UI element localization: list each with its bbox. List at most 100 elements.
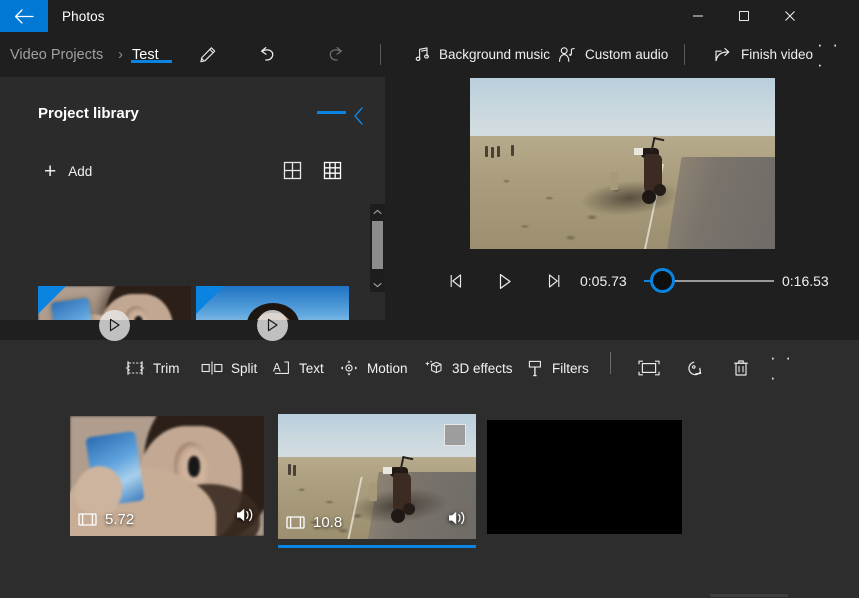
svg-text:A: A: [273, 362, 281, 374]
motion-button[interactable]: Motion: [334, 340, 413, 396]
library-scrollbar[interactable]: [370, 204, 385, 292]
preview-motorcycle: [633, 136, 668, 204]
storyboard-clip-2-audio-icon[interactable]: [447, 509, 468, 532]
trash-icon: [734, 360, 748, 376]
app-title: Photos: [62, 8, 105, 24]
play-icon: [267, 318, 278, 332]
play-button[interactable]: [490, 262, 520, 300]
storyboard-clip-2[interactable]: 10.8: [278, 414, 476, 548]
person-audio-icon: [559, 47, 575, 62]
total-time: 0:16.53: [782, 273, 829, 289]
motion-icon: [340, 360, 358, 376]
close-icon: [785, 11, 795, 21]
storyboard-clip-3-thumbnail: [487, 420, 682, 534]
3d-effects-label: 3D effects: [452, 360, 513, 376]
video-preview[interactable]: [470, 78, 775, 249]
photos-video-editor-window: Photos Video Projects › Test Background …: [0, 0, 859, 598]
maximize-button[interactable]: [721, 0, 767, 32]
timeline-horizontal-scrollbar[interactable]: [0, 591, 859, 598]
plus-icon: +: [44, 159, 57, 183]
next-frame-button[interactable]: [538, 262, 568, 300]
player-controls: 0:05.73 0:16.53: [450, 262, 829, 300]
motion-label: Motion: [367, 360, 408, 376]
undo-icon: [260, 46, 274, 61]
breadcrumb-active-indicator: [131, 60, 172, 63]
speaker-on-icon: [237, 508, 253, 522]
rotate-button[interactable]: [676, 340, 714, 396]
storyboard-clip-2-select-checkbox[interactable]: [444, 424, 466, 446]
breadcrumb-current-project[interactable]: Test: [132, 32, 159, 77]
previous-frame-icon: [450, 274, 462, 288]
storyboard-timeline: 5.72 10.8: [0, 396, 859, 598]
collapse-library-button[interactable]: [345, 102, 373, 130]
view-mode-active-indicator: [317, 111, 346, 114]
seek-slider-remaining: [666, 280, 774, 282]
minimize-button[interactable]: [675, 0, 721, 32]
aspect-ratio-icon: [638, 360, 660, 376]
back-arrow-icon: [14, 8, 34, 24]
filters-icon: [528, 360, 541, 376]
redo-icon: [329, 46, 343, 61]
edit-toolbar-more-button[interactable]: · · ·: [770, 340, 806, 396]
breadcrumb-video-projects[interactable]: Video Projects: [10, 32, 103, 77]
custom-audio-label: Custom audio: [585, 47, 669, 62]
back-button[interactable]: [0, 0, 48, 32]
grid-3x3-icon: [323, 161, 341, 179]
chevron-down-icon[interactable]: [370, 277, 385, 292]
command-divider-2: [684, 44, 685, 65]
storyboard-clip-1-duration-text: 5.72: [105, 511, 135, 528]
library-clip-1-play-button[interactable]: [99, 309, 130, 341]
command-more-button[interactable]: · · ·: [817, 32, 851, 77]
command-divider-1: [380, 44, 381, 65]
3d-effects-button[interactable]: 3D effects: [418, 340, 518, 396]
trim-button[interactable]: Trim: [120, 340, 185, 396]
maximize-icon: [739, 11, 749, 21]
share-export-icon: [715, 47, 730, 62]
music-note-icon: [415, 47, 429, 61]
text-label: Text: [299, 360, 324, 376]
close-button[interactable]: [767, 0, 813, 32]
view-mode-large-grid[interactable]: [276, 155, 308, 185]
in-project-corner-marker: [38, 286, 66, 314]
current-time: 0:05.73: [580, 273, 627, 289]
film-strip-icon: [286, 516, 305, 529]
storyboard-clip-2-selected-indicator: [278, 545, 476, 548]
undo-button[interactable]: [247, 32, 287, 77]
finish-video-label: Finish video: [741, 47, 814, 62]
library-scrollbar-thumb[interactable]: [372, 221, 383, 269]
rotate-icon: [688, 361, 702, 376]
previous-frame-button[interactable]: [442, 262, 472, 300]
storyboard-clip-2-duration: 10.8: [286, 514, 342, 531]
aspect-ratio-button[interactable]: [630, 340, 668, 396]
custom-audio-button[interactable]: Custom audio: [552, 32, 674, 77]
split-button[interactable]: Split: [196, 340, 262, 396]
add-media-button[interactable]: + Add: [44, 157, 92, 185]
storyboard-clip-1[interactable]: 5.72: [70, 416, 264, 536]
pencil-icon: [200, 46, 216, 62]
preview-post: [610, 172, 619, 191]
text-button[interactable]: A Text: [266, 340, 329, 396]
library-clip-2-play-button[interactable]: [257, 309, 288, 341]
storyboard-clip-3[interactable]: [487, 420, 682, 534]
minimize-icon: [693, 15, 703, 17]
next-frame-icon: [548, 274, 560, 288]
add-media-label: Add: [68, 163, 93, 179]
play-icon: [499, 273, 511, 289]
rename-project-button[interactable]: [188, 32, 228, 77]
storyboard-clip-2-duration-text: 10.8: [313, 514, 343, 531]
timeline-scrollbar-thumb[interactable]: [710, 594, 788, 597]
filters-button[interactable]: Filters: [522, 340, 594, 396]
trim-label: Trim: [153, 360, 180, 376]
in-project-corner-marker: [196, 286, 224, 314]
edit-toolbar: Trim Split A Text Motion 3D effects Filt…: [0, 340, 859, 396]
view-mode-small-grid[interactable]: [316, 155, 348, 185]
redo-button[interactable]: [316, 32, 356, 77]
speaker-on-icon: [449, 511, 465, 525]
seek-slider-handle[interactable]: [650, 268, 675, 293]
delete-button[interactable]: [722, 340, 760, 396]
chevron-up-icon[interactable]: [370, 204, 385, 219]
breadcrumb-separator: ›: [118, 46, 123, 63]
background-music-button[interactable]: Background music: [408, 32, 556, 77]
storyboard-clip-1-audio-icon[interactable]: [235, 506, 256, 529]
finish-video-button[interactable]: Finish video: [708, 32, 819, 77]
